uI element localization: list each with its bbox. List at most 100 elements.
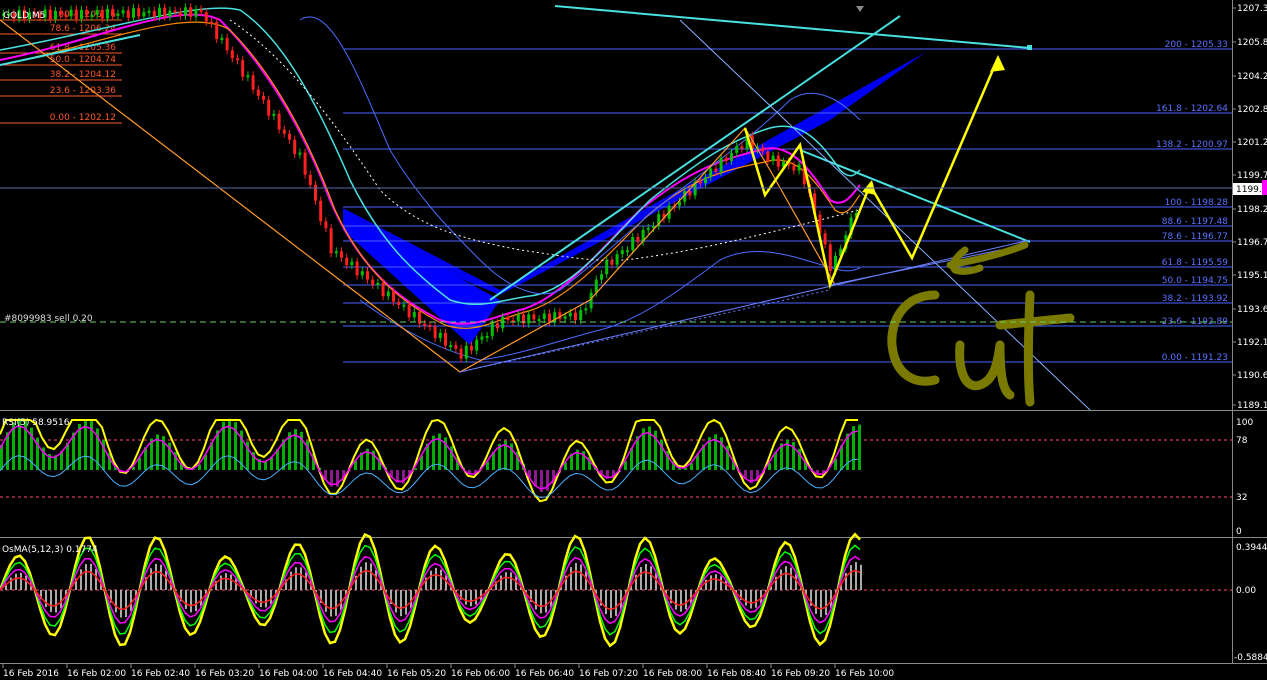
- fib-level-label: 0.00 - 1191.23: [1162, 353, 1228, 363]
- candle-body: [730, 152, 733, 162]
- osma-axis-zero: 0.00: [1236, 586, 1256, 596]
- osma-hist-bar: [60, 590, 62, 609]
- osma-hist-bar: [790, 567, 792, 590]
- symbol-label: GOLD,M5: [3, 11, 45, 21]
- candle-body: [95, 9, 99, 15]
- osma-hist-bar: [370, 563, 372, 590]
- fib-level-label: 61.8 - 1195.59: [1162, 258, 1228, 268]
- osma-hist-bar: [290, 571, 292, 590]
- candle-body: [277, 113, 281, 130]
- candle-body: [220, 37, 224, 40]
- candle-body: [106, 8, 109, 19]
- candle-body: [636, 237, 640, 242]
- candle-body: [704, 177, 707, 184]
- candle-body: [688, 191, 692, 196]
- candle-body: [121, 10, 125, 14]
- fib-level-label: 200 - 1205.33: [1165, 40, 1228, 50]
- candle-body: [532, 314, 536, 320]
- osma-hist-bar: [440, 569, 442, 590]
- time-axis-label: 16 Feb 03:20: [195, 669, 254, 679]
- candle-body: [59, 10, 63, 15]
- candle-body: [163, 7, 167, 17]
- osma-hist-bar: [580, 564, 582, 590]
- candle-body: [771, 155, 775, 161]
- osma-hist-bar: [745, 590, 747, 606]
- osma-hist-bar: [825, 590, 827, 616]
- price-axis-label: 1190.69: [1237, 371, 1267, 381]
- candle-body: [236, 58, 239, 61]
- candle-body: [366, 271, 369, 280]
- order-label[interactable]: #8099983 sell 0.20: [4, 314, 93, 324]
- osma-hist-bar: [430, 570, 432, 590]
- trend-line-handle[interactable]: [1027, 45, 1032, 50]
- main-chart-panel[interactable]: [0, 0, 1232, 410]
- time-axis-label: 16 Feb 08:00: [643, 669, 702, 679]
- candle-body: [423, 323, 427, 326]
- candle-body: [766, 151, 770, 161]
- candle-body: [823, 233, 827, 245]
- candle-body: [256, 89, 260, 96]
- left-fib-label: 23.6 - 1203.36: [50, 86, 116, 96]
- osma-hist-bar: [645, 563, 647, 590]
- time-axis-label: 16 Feb 02:00: [67, 669, 126, 679]
- candle-body: [501, 316, 505, 329]
- candle-body: [74, 9, 78, 19]
- left-fib-label: 38.2 - 1204.12: [50, 70, 116, 80]
- candle-body: [85, 9, 89, 16]
- time-axis-label: 16 Feb 04:40: [323, 669, 382, 679]
- candle-body: [407, 304, 411, 318]
- osma-hist-bar: [570, 567, 572, 590]
- osma-hist-bar: [155, 563, 157, 590]
- candle-body: [392, 291, 395, 302]
- candle-body: [100, 9, 104, 19]
- osma-hist-bar: [220, 575, 222, 590]
- candle-body: [579, 310, 583, 321]
- left-fib-label: 50.0 - 1204.74: [50, 55, 116, 65]
- candle-body: [485, 335, 489, 338]
- candle-body: [111, 8, 115, 16]
- candle-body: [246, 75, 250, 78]
- osma-hist-bar: [305, 572, 307, 590]
- candle-body: [735, 146, 739, 153]
- time-axis-label: 16 Feb 02:40: [131, 669, 190, 679]
- osma-hist-bar: [25, 575, 27, 590]
- osma-hist-bar: [265, 590, 267, 608]
- candle-body: [80, 9, 83, 19]
- candle-body: [412, 312, 416, 318]
- osma-hist-bar: [255, 590, 257, 604]
- candle-body: [454, 345, 458, 349]
- candle-body: [376, 282, 380, 285]
- chart-canvas[interactable]: 200 - 1205.33 161.8 - 1202.64 138.2 - 1200…: [0, 0, 1267, 680]
- osma-hist-bar: [15, 573, 17, 590]
- osma-hist-bar: [410, 590, 412, 609]
- osma-hist-bar: [335, 590, 337, 616]
- osma-hist-bar: [685, 590, 687, 610]
- osma-hist-bar: [750, 590, 752, 609]
- osma-hist-bar: [130, 590, 132, 612]
- fib-level-label: 88.6 - 1197.48: [1162, 217, 1228, 227]
- candle-body: [490, 323, 494, 336]
- candle-body: [173, 10, 177, 13]
- candle-body: [724, 157, 728, 162]
- osma-hist-bar: [190, 590, 192, 613]
- osma-hist-bar: [55, 590, 57, 613]
- candle-body: [132, 8, 135, 18]
- candle-body: [459, 348, 463, 359]
- candle-body: [698, 181, 702, 184]
- candle-body: [610, 260, 614, 265]
- candle-body: [381, 282, 385, 297]
- fib-level-label: 138.2 - 1200.97: [1156, 140, 1228, 150]
- candle-body: [714, 168, 718, 173]
- candle-body: [48, 9, 52, 20]
- osma-hist-bar: [675, 590, 677, 610]
- price-axis-label: 1196.74: [1237, 238, 1267, 248]
- candle-body: [584, 308, 588, 311]
- osma-hist-bar: [185, 590, 187, 609]
- osma-hist-bar: [195, 590, 197, 612]
- rsi-axis-32: 32: [1236, 493, 1247, 503]
- osma-hist-bar: [820, 590, 822, 618]
- osma-hist-bar: [165, 570, 167, 590]
- time-axis-label: 16 Feb 08:40: [707, 669, 766, 679]
- candle-body: [470, 345, 473, 351]
- osma-hist-bar: [720, 576, 722, 590]
